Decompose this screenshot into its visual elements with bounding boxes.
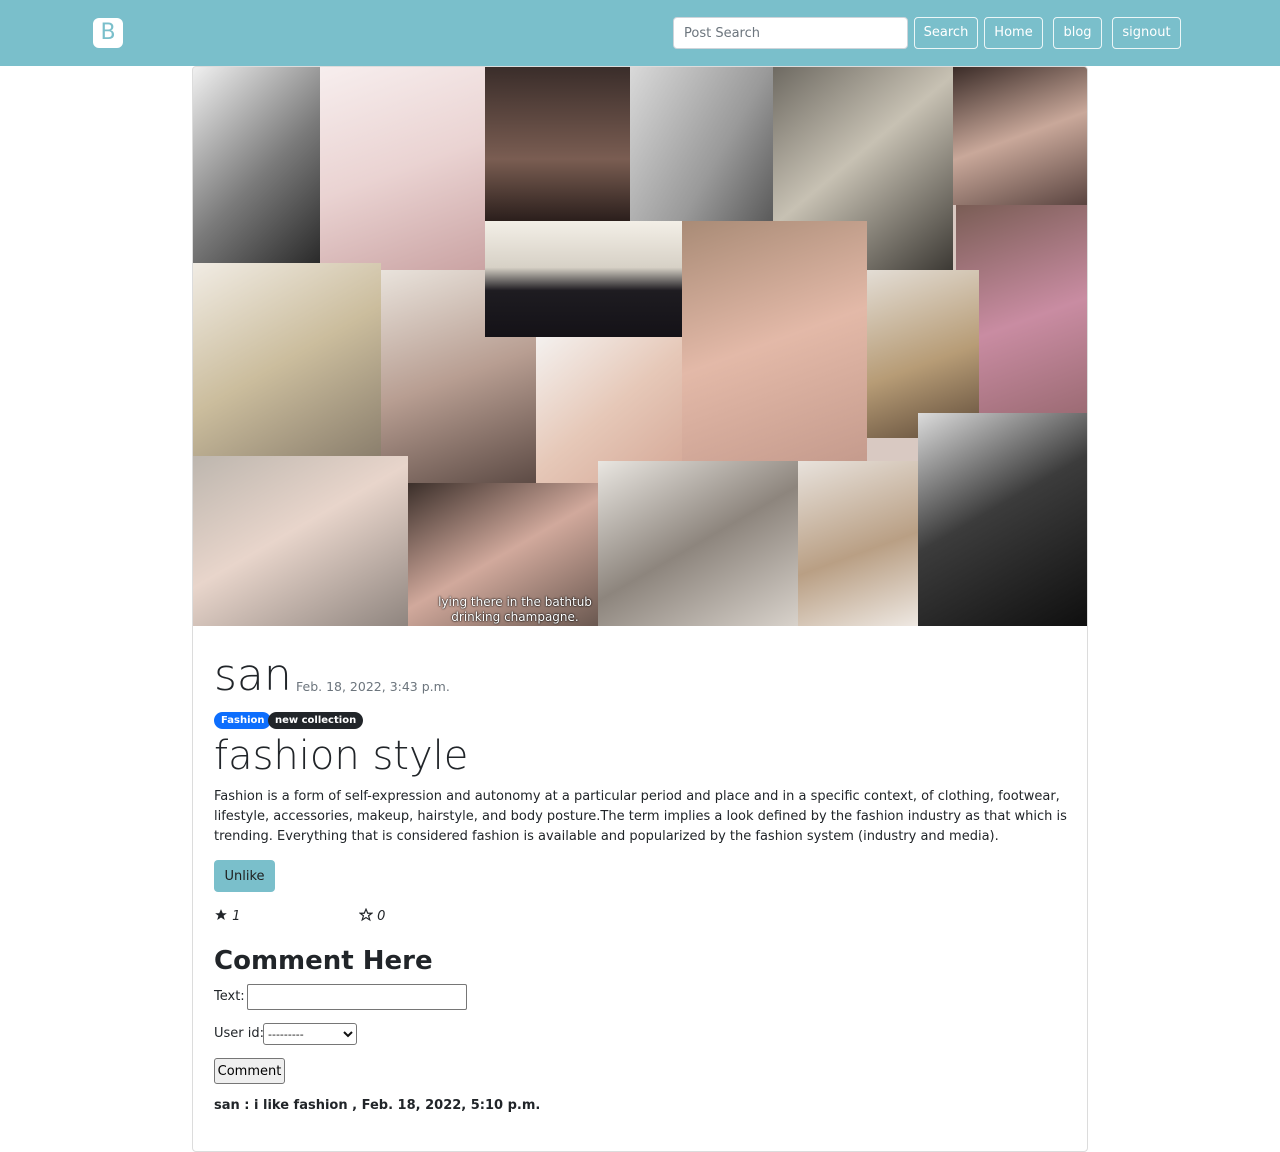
- user-id-select[interactable]: ---------: [263, 1023, 357, 1045]
- post-card: lying there in the bathtub drinking cham…: [192, 66, 1088, 1152]
- dislike-count: 0: [358, 907, 386, 924]
- like-count: 1: [214, 908, 240, 924]
- unlike-button[interactable]: Unlike: [214, 860, 275, 892]
- post-title: fashion style: [214, 733, 469, 779]
- comment-text-field[interactable]: [247, 984, 467, 1010]
- text-label: Text:: [214, 989, 245, 1004]
- post-date: Feb. 18, 2022, 3:43 p.m.: [296, 679, 450, 694]
- navbar: B Search Home blog signout: [0, 0, 1280, 66]
- post-image: lying there in the bathtub drinking cham…: [193, 67, 1087, 626]
- user-id-label: User id:: [214, 1026, 265, 1041]
- post-author: san: [214, 650, 292, 701]
- tag-badge-new-collection[interactable]: new collection: [268, 712, 364, 729]
- dislike-count-value: 0: [377, 909, 386, 924]
- post-body: Fashion is a form of self-expression and…: [214, 789, 1067, 844]
- brand-logo[interactable]: B: [93, 18, 123, 48]
- home-button[interactable]: Home: [984, 17, 1043, 49]
- blog-button[interactable]: blog: [1053, 17, 1102, 49]
- search-input[interactable]: [673, 17, 908, 49]
- like-count-value: 1: [232, 909, 241, 924]
- filled-star-icon: [214, 909, 232, 924]
- comment-submit-button[interactable]: Comment: [214, 1058, 285, 1084]
- tag-badge-fashion[interactable]: Fashion: [214, 712, 272, 729]
- comment-item: san : i like fashion , Feb. 18, 2022, 5:…: [214, 1098, 541, 1113]
- comment-heading: Comment Here: [214, 946, 433, 976]
- signout-button[interactable]: signout: [1112, 17, 1181, 49]
- image-caption: lying there in the bathtub drinking cham…: [438, 595, 592, 624]
- outline-star-icon: [358, 907, 377, 924]
- search-button[interactable]: Search: [914, 17, 978, 49]
